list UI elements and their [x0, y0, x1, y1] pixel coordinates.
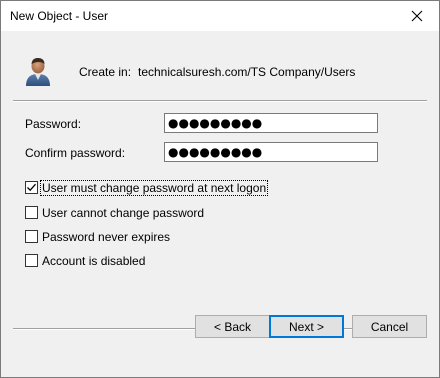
new-user-dialog: New Object - User Create in: technicalsu…: [0, 0, 440, 378]
checkbox-checked[interactable]: [25, 181, 38, 194]
checkbox[interactable]: [25, 206, 38, 219]
option-label: Account is disabled: [42, 253, 146, 268]
option-cannot-change-password[interactable]: User cannot change password: [25, 205, 205, 220]
confirm-password-field[interactable]: ●●●●●●●●●: [164, 142, 378, 162]
checkmark-icon: [27, 183, 36, 192]
separator-top: [13, 100, 427, 102]
close-icon: [411, 10, 423, 22]
option-password-never-expires[interactable]: Password never expires: [25, 229, 171, 244]
user-icon: [26, 58, 50, 86]
confirm-password-label: Confirm password:: [25, 146, 126, 160]
create-in-path: technicalsuresh.com/TS Company/Users: [138, 65, 356, 79]
next-button[interactable]: Next >: [269, 315, 344, 338]
option-label: Password never expires: [42, 229, 171, 244]
window-title: New Object - User: [10, 9, 109, 23]
checkbox[interactable]: [25, 254, 38, 267]
title-bar[interactable]: New Object - User: [1, 1, 439, 31]
option-label: User cannot change password: [42, 205, 205, 220]
create-in-label: Create in:: [79, 65, 132, 79]
checkbox[interactable]: [25, 230, 38, 243]
password-field[interactable]: ●●●●●●●●●: [164, 113, 378, 133]
option-must-change-password[interactable]: User must change password at next logon: [25, 179, 269, 196]
option-account-disabled[interactable]: Account is disabled: [25, 253, 146, 268]
cancel-button[interactable]: Cancel: [352, 315, 427, 338]
password-label: Password:: [25, 117, 82, 131]
close-button[interactable]: [395, 1, 439, 31]
option-label: User must change password at next logon: [39, 179, 269, 196]
back-button[interactable]: < Back: [195, 315, 270, 338]
